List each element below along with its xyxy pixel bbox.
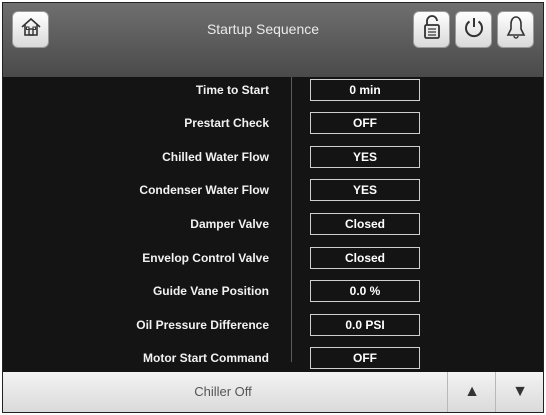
row-label: Chilled Water Flow xyxy=(162,150,269,164)
row-value: 0 min xyxy=(310,79,420,101)
row-oil-pressure-difference: Oil Pressure Difference 0.0 PSI xyxy=(3,312,543,338)
row-value: Closed xyxy=(310,213,420,235)
lock-button[interactable] xyxy=(413,11,450,48)
status-bar: Chiller Off ▲ ▼ xyxy=(3,372,543,412)
row-damper-valve: Damper Valve Closed xyxy=(3,211,543,237)
row-label: Condenser Water Flow xyxy=(139,183,269,197)
row-motor-start-command: Motor Start Command OFF xyxy=(3,345,543,371)
row-value: YES xyxy=(310,146,420,168)
row-label: Damper Valve xyxy=(190,217,269,231)
header-bar: Startup Sequence xyxy=(3,3,543,77)
row-guide-vane-position: Guide Vane Position 0.0 % xyxy=(3,278,543,304)
row-value: 0.0 % xyxy=(310,280,420,302)
power-button[interactable] xyxy=(455,11,492,48)
lock-icon xyxy=(420,14,444,45)
row-value: 0.0 PSI xyxy=(310,314,420,336)
scroll-up-button[interactable]: ▲ xyxy=(447,372,496,412)
page-title: Startup Sequence xyxy=(206,21,320,37)
row-condenser-water-flow: Condenser Water Flow YES xyxy=(3,177,543,203)
row-label: Guide Vane Position xyxy=(152,284,269,298)
row-value: YES xyxy=(310,179,420,201)
row-time-to-start: Time to Start 0 min xyxy=(3,77,543,103)
startup-sequence-panel: Time to Start 0 min Prestart Check OFF C… xyxy=(3,77,543,372)
power-icon xyxy=(462,15,486,44)
arrow-down-icon: ▼ xyxy=(512,383,528,400)
chiller-screen: Startup Sequence Time to Start 0 min Pre… xyxy=(2,2,544,413)
row-value: Closed xyxy=(310,247,420,269)
row-label: Prestart Check xyxy=(184,116,269,130)
row-label: Motor Start Command xyxy=(143,351,269,365)
home-icon xyxy=(19,15,43,44)
bell-icon xyxy=(504,14,528,45)
row-label: Oil Pressure Difference xyxy=(136,318,269,332)
chiller-status: Chiller Off xyxy=(194,384,252,399)
row-envelop-control-valve: Envelop Control Valve Closed xyxy=(3,245,543,271)
row-label: Time to Start xyxy=(195,83,269,97)
row-value: OFF xyxy=(310,347,420,369)
arrow-up-icon: ▲ xyxy=(464,383,480,400)
row-value: OFF xyxy=(310,112,420,134)
row-chilled-water-flow: Chilled Water Flow YES xyxy=(3,144,543,170)
row-prestart-check: Prestart Check OFF xyxy=(3,110,543,136)
scroll-down-button[interactable]: ▼ xyxy=(495,372,543,412)
alarm-button[interactable] xyxy=(497,11,534,48)
row-label: Envelop Control Valve xyxy=(142,251,269,265)
home-button[interactable] xyxy=(12,11,49,48)
